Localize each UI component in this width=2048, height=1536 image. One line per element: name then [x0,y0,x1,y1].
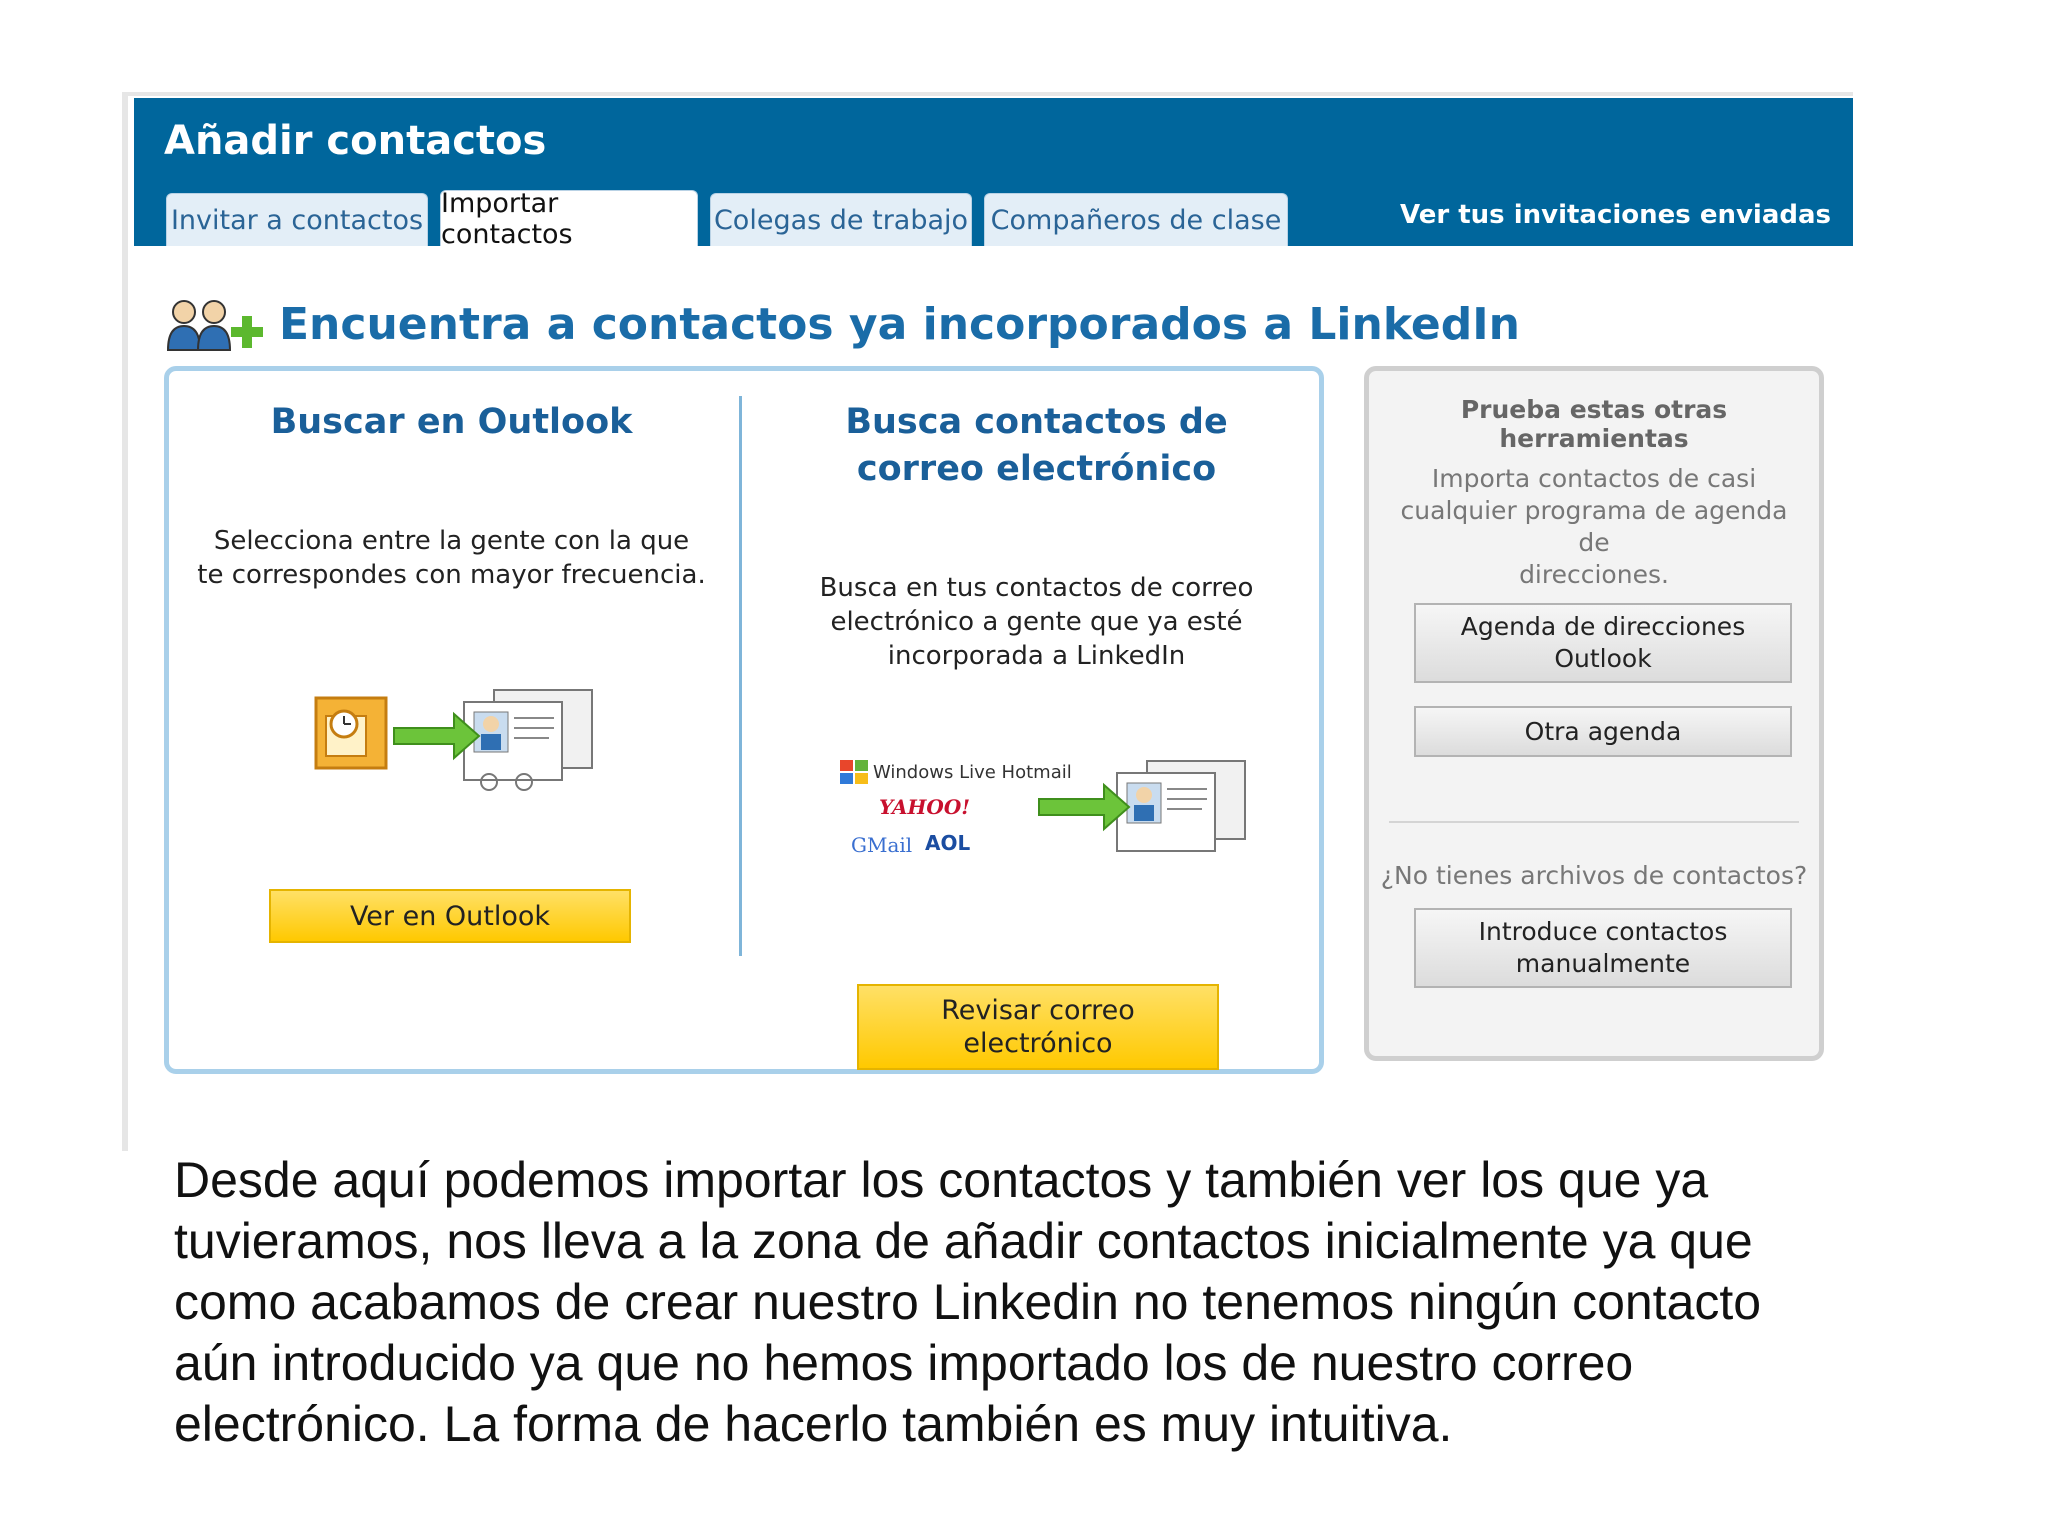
caption-line: como acabamos de crear nuestro Linkedin … [174,1274,1762,1330]
email-title-line1: Busca contactos de [845,402,1228,442]
view-in-outlook-button[interactable]: Ver en Outlook [269,889,631,943]
outlook-address-book-button[interactable]: Agenda de direcciones Outlook [1414,603,1792,683]
column-divider [739,396,742,956]
slide-caption: Desde aquí podemos importar los contacto… [174,1150,1874,1455]
linkedin-screenshot: Añadir contactos Invitar a contactos Imp… [122,92,1853,1151]
header-bar: Añadir contactos Invitar a contactos Imp… [134,98,1853,250]
caption-line: tuvieramos, nos lleva a la zona de añadi… [174,1213,1753,1269]
outlook-description: Selecciona entre la gente con la que te … [189,524,714,592]
windows-icon [840,760,868,784]
tab-companeros-clase[interactable]: Compañeros de clase [984,193,1288,246]
section-heading: Encuentra a contactos ya incorporados a … [279,298,1520,350]
tab-colegas-trabajo[interactable]: Colegas de trabajo [710,193,972,246]
sent-invitations-link[interactable]: Ver tus invitaciones enviadas [1400,200,1831,230]
outlook-title: Buscar en Outlook [270,402,633,442]
yahoo-logo: YAHOO! [879,795,971,819]
side-divider [1389,821,1799,823]
outlook-to-contacts-illustration [314,686,594,800]
tab-invitar-contactos[interactable]: Invitar a contactos [166,193,428,246]
outlook-desc-line2: te correspondes con mayor frecuencia. [197,560,706,590]
other-address-book-button[interactable]: Otra agenda [1414,706,1792,757]
page-title: Añadir contactos [164,118,547,164]
find-contacts-heading: Encuentra a contactos ya incorporados a … [164,294,1520,354]
email-desc-line1: Busca en tus contactos de correo [819,573,1254,603]
caption-line: Desde aquí podemos importar los contacto… [174,1152,1709,1208]
caption-line: aún introducido ya que no hemos importad… [174,1335,1634,1391]
import-panel: Buscar en Outlook Selecciona entre la ge… [164,366,1324,1074]
email-desc-line2: electrónico a gente que ya esté [830,607,1243,637]
enter-contacts-manually-button[interactable]: Introduce contactos manualmente [1414,908,1792,988]
email-desc-line3: incorporada a LinkedIn [887,641,1186,671]
aol-logo: AOL [925,831,971,855]
other-tools-title: Prueba estas otras herramientas [1460,395,1728,453]
add-contacts-icon [164,294,269,354]
caption-line: electrónico. La forma de hacerlo también… [174,1396,1453,1452]
outlook-desc-line1: Selecciona entre la gente con la que [213,526,690,556]
other-tools-panel: Prueba estas otras herramientas Importa … [1364,366,1824,1061]
email-column: Busca contactos de correo electrónico [769,399,1304,493]
tab-importar-contactos[interactable]: Importar contactos [440,188,698,250]
outlook-column: Buscar en Outlook [189,399,714,446]
email-providers-illustration: Windows Live Hotmail YAHOO! GMail AOL [839,759,1259,879]
gmail-logo: GMail [851,833,913,857]
contacts-cards-icon [1038,760,1246,852]
email-title-line2: correo electrónico [856,449,1217,489]
other-tools-description: Importa contactos de casi cualquier prog… [1400,464,1788,589]
no-contact-files-text: ¿No tienes archivos de contactos? [1380,861,1808,890]
email-description: Busca en tus contactos de correo electró… [769,571,1304,673]
check-email-button[interactable]: Revisar correo electrónico [857,984,1219,1070]
